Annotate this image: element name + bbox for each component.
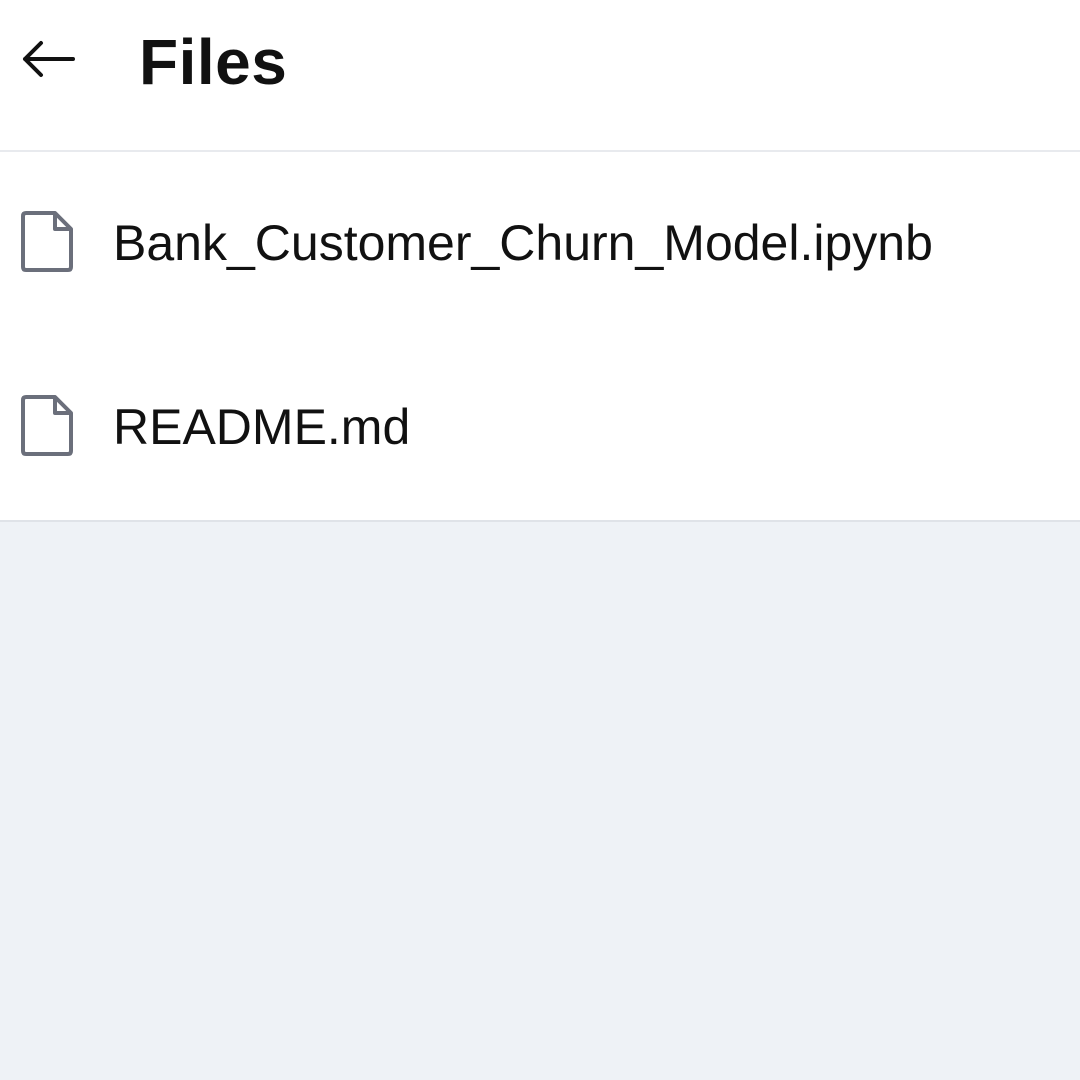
files-screen: Files Bank_Customer_Churn_Model.ipynb RE…: [0, 0, 1080, 1080]
arrow-left-icon: [17, 39, 77, 79]
file-name: README.md: [113, 399, 411, 455]
list-item-bank-customer-churn-model[interactable]: Bank_Customer_Churn_Model.ipynb: [0, 152, 1080, 336]
file-name: Bank_Customer_Churn_Model.ipynb: [113, 215, 933, 271]
file-list: Bank_Customer_Churn_Model.ipynb README.m…: [0, 152, 1080, 522]
file-icon: [19, 210, 75, 274]
header-bar: Files: [0, 0, 1080, 152]
page-title: Files: [139, 26, 288, 98]
file-icon: [19, 394, 75, 458]
list-item-readme[interactable]: README.md: [0, 336, 1080, 520]
back-button[interactable]: [12, 28, 82, 90]
